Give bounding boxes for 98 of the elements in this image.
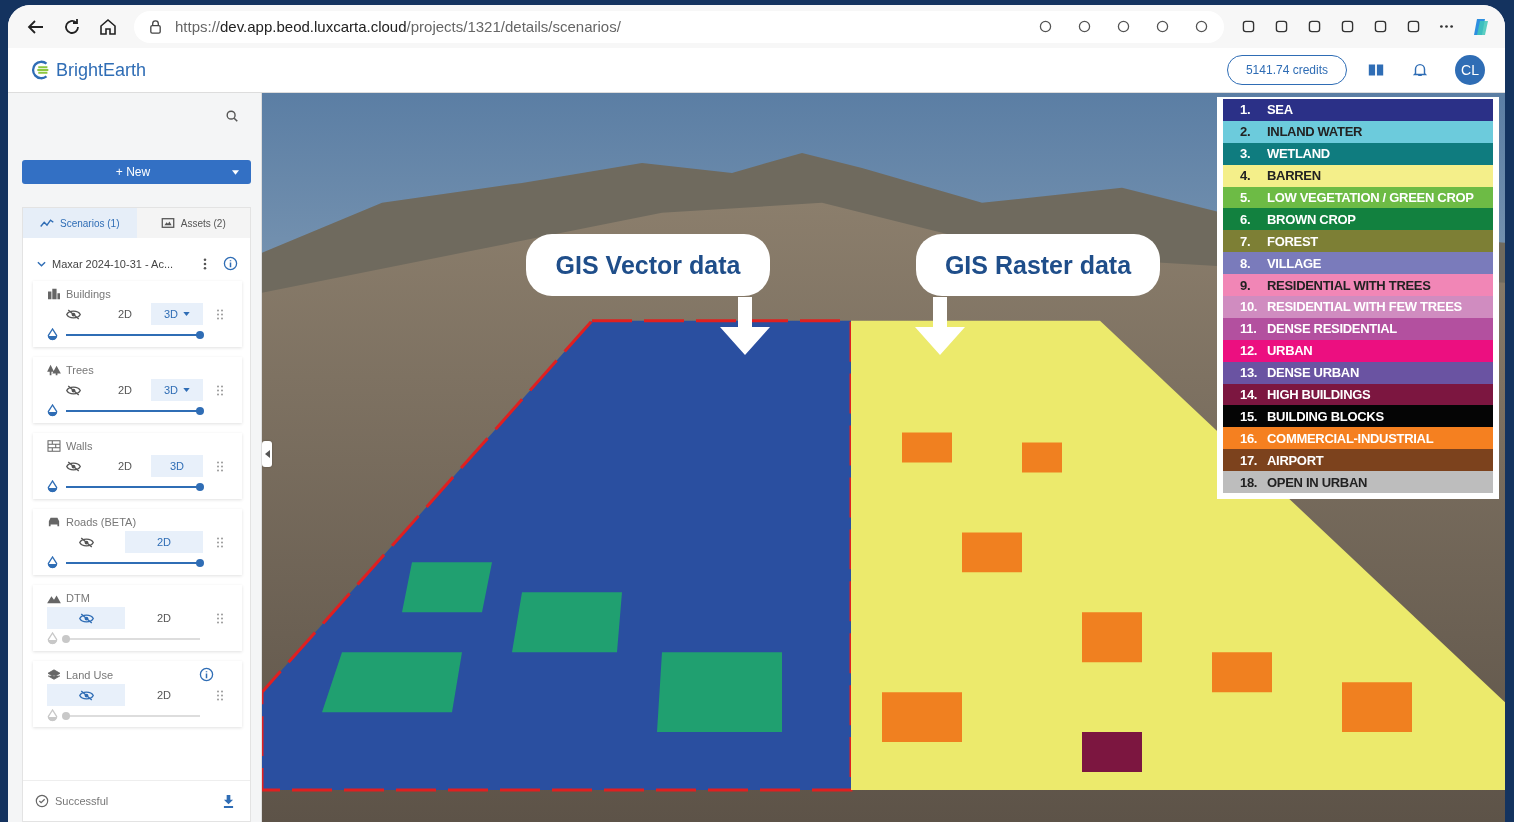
legend-number: 8. [1239, 255, 1252, 271]
legend-label: BARREN [1267, 168, 1321, 184]
legend-number: 6. [1239, 211, 1252, 227]
assistant-icon[interactable] [1471, 16, 1491, 37]
eye-off-icon [65, 308, 81, 320]
legend-label: LOW VEGETATION / GREEN CROP [1267, 190, 1474, 205]
legend-number: 1. [1239, 102, 1252, 118]
kebab-menu-icon[interactable] [203, 257, 207, 270]
layer-name: Buildings [66, 288, 111, 300]
legend-number: 12. [1239, 343, 1259, 359]
collapse-handle[interactable] [262, 441, 272, 467]
legend-number: 18. [1239, 474, 1259, 490]
chevron-icon[interactable] [37, 260, 46, 267]
legend-number: 13. [1239, 365, 1259, 381]
legend-number: 2. [1239, 124, 1252, 140]
legend-number: 17. [1239, 452, 1259, 468]
trend-icon [40, 218, 54, 228]
legend-number: 11. [1239, 321, 1258, 337]
app-logo-text: BrightEarth [56, 59, 147, 81]
hide-toggle[interactable] [47, 684, 125, 706]
eye-off-icon [65, 460, 81, 472]
drag-handle-icon[interactable] [217, 384, 223, 396]
layer-name: Roads (BETA) [66, 516, 137, 528]
legend-number: 16. [1239, 430, 1259, 446]
layer-icon [47, 516, 61, 528]
scenario-title[interactable]: Maxar 2024-10-31 - Ac... [52, 257, 197, 270]
callout-label: GIS Raster data [916, 234, 1160, 296]
legend-number: 14. [1239, 387, 1259, 402]
bell-icon[interactable] [1411, 61, 1429, 79]
legend-label: AIRPORT [1267, 452, 1324, 468]
layer-icon [47, 668, 61, 681]
legend-number: 15. [1239, 408, 1259, 424]
legend-label: RESIDENTIAL WITH TREES [1267, 277, 1431, 293]
legend-label: BUILDING BLOCKS [1267, 408, 1384, 424]
legend-number: 4. [1239, 168, 1252, 184]
drag-handle-icon[interactable] [217, 308, 223, 320]
legend-number: 9. [1239, 277, 1252, 293]
eye-off-icon [78, 689, 94, 701]
legend-label: DENSE RESIDENTIAL [1267, 321, 1397, 337]
check-circle-icon [35, 794, 49, 808]
drag-handle-icon[interactable] [217, 612, 223, 624]
legend-label: DENSE URBAN [1267, 365, 1360, 381]
layer-icon [47, 440, 61, 452]
legend-label: HIGH BUILDINGS [1267, 387, 1371, 402]
eye-off-icon [78, 536, 94, 548]
legend-label: WETLAND [1267, 146, 1330, 162]
layer-icon [47, 288, 61, 300]
status-text: Successful [55, 795, 109, 807]
new-button[interactable]: + New [22, 160, 251, 184]
caret-icon [183, 388, 191, 392]
view-mode-toggle[interactable]: 3D [151, 379, 203, 401]
address-bar[interactable]: https://dev.app.beod.luxcarta.cloud/projects/1321/details/scenarios/ [134, 10, 1224, 43]
legend-label: INLAND WATER [1267, 124, 1363, 140]
view-mode-toggle[interactable]: 3D [151, 303, 203, 325]
home-icon[interactable] [98, 16, 118, 37]
down-arrow-icon [915, 297, 965, 355]
info-icon[interactable] [223, 256, 238, 271]
layer-name: Walls [66, 440, 93, 452]
legend-label: COMMERCIAL-INDUSTRIAL [1267, 430, 1434, 446]
eye-off-icon [78, 612, 94, 624]
view-mode-toggle[interactable]: 3D [151, 455, 203, 477]
user-avatar[interactable]: CL [1455, 55, 1485, 85]
caret-icon [232, 169, 239, 175]
down-arrow-icon [720, 297, 770, 355]
drag-handle-icon[interactable] [217, 460, 223, 472]
credits-button[interactable]: 5141.74 credits [1226, 55, 1347, 85]
legend-number: 5. [1239, 190, 1252, 205]
legend-label: OPEN IN URBAN [1267, 474, 1368, 490]
hide-toggle[interactable] [47, 607, 125, 629]
legend-number: 7. [1239, 233, 1252, 249]
caret-icon [183, 312, 191, 316]
caret-icon [264, 450, 270, 458]
legend-label: URBAN [1267, 343, 1313, 359]
lock-icon [148, 19, 163, 34]
layer-name: DTM [66, 592, 90, 604]
image-icon [160, 218, 175, 228]
panel-tab[interactable]: Assets (2) [136, 208, 250, 238]
layer-icon [47, 364, 61, 376]
search-icon[interactable] [225, 109, 239, 123]
legend-number: 3. [1239, 146, 1252, 162]
layer-name: Trees [66, 364, 94, 376]
eye-off-icon [65, 384, 81, 396]
legend-label: BROWN CROP [1267, 211, 1356, 227]
download-icon[interactable] [223, 794, 234, 808]
legend-label: RESIDENTIAL WITH FEW TREES [1267, 299, 1462, 315]
legend-number: 10. [1239, 299, 1259, 315]
legend-label: SEA [1267, 102, 1293, 118]
legend-label: VILLAGE [1267, 255, 1322, 271]
refresh-icon[interactable] [62, 16, 82, 37]
panel-tab[interactable]: Scenarios (1) [23, 208, 137, 238]
url-text: https://dev.app.beod.luxcarta.cloud/projects/1321/details/scenarios/ [175, 18, 621, 35]
callout-label: GIS Vector data [526, 234, 770, 296]
drag-handle-icon[interactable] [217, 689, 223, 701]
layer-name: Land Use [66, 668, 114, 681]
legend-label: FOREST [1267, 233, 1318, 249]
drag-handle-icon[interactable] [217, 536, 223, 548]
info-icon[interactable] [199, 667, 214, 682]
view-mode-toggle[interactable]: 2D [125, 531, 203, 553]
